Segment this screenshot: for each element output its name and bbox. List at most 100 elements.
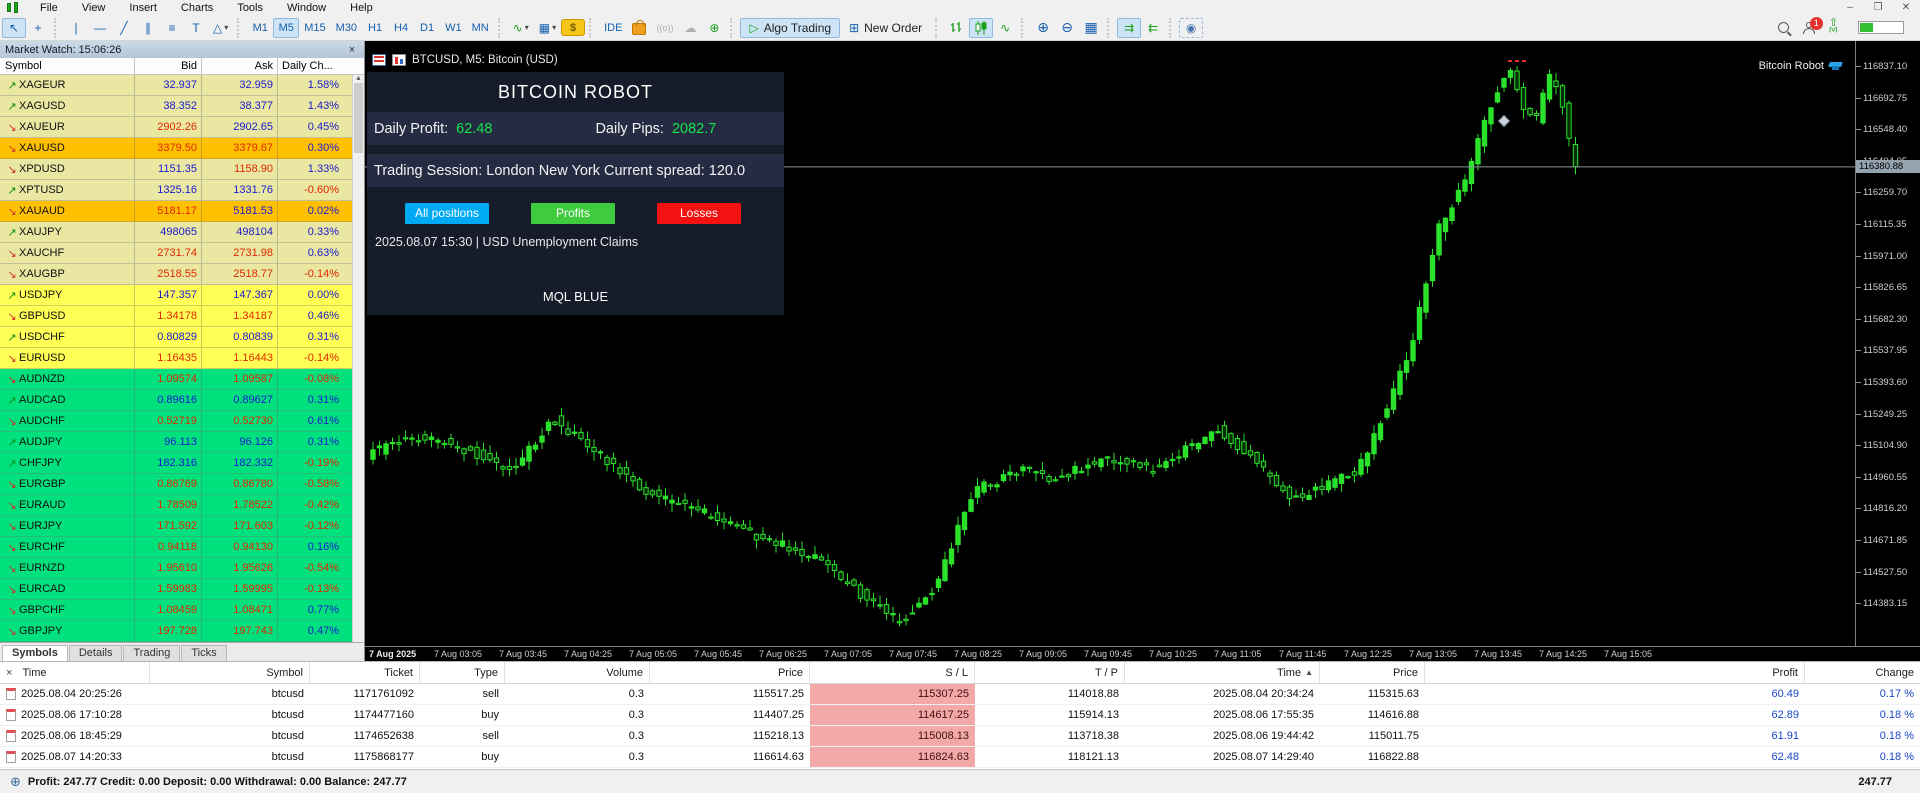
profits-button[interactable]: Profits [531, 202, 615, 224]
history-column-s-l[interactable]: S / L [810, 662, 975, 683]
chart-shift-button[interactable]: ⇇ [1141, 18, 1165, 38]
market-watch-row-xaueur[interactable]: ↘ XAUEUR 2902.26 2902.65 0.45% [0, 117, 364, 138]
close-toolbox-icon[interactable]: × [6, 667, 12, 679]
close-button[interactable]: ✕ [1892, 1, 1920, 15]
menu-insert[interactable]: Insert [117, 2, 169, 14]
market-watch-row-chfjpy[interactable]: ↗ CHFJPY 182.316 182.332 -0.19% [0, 453, 364, 474]
signals-button[interactable]: ((ο)) [651, 18, 678, 38]
scroll-up-icon[interactable]: ▲ [355, 75, 362, 82]
maximize-button[interactable]: ❐ [1864, 1, 1892, 15]
menu-tools[interactable]: Tools [225, 2, 275, 14]
market-watch-row-xauusd[interactable]: ↘ XAUUSD 3379.50 3379.67 0.30% [0, 138, 364, 159]
market-watch-row-usdjpy[interactable]: ↗ USDJPY 147.357 147.367 0.00% [0, 285, 364, 306]
history-column-price[interactable]: Price [650, 662, 810, 683]
templates-button[interactable]: ▦ ▾ [534, 18, 561, 38]
cursor-tool-button[interactable]: ↖ [2, 17, 26, 38]
tile-windows-button[interactable]: ▦ [1079, 18, 1103, 38]
menu-view[interactable]: View [70, 2, 118, 14]
history-column-price[interactable]: Price [1320, 662, 1425, 683]
market-watch-row-xagusd[interactable]: ↗ XAGUSD 38.352 38.377 1.43% [0, 96, 364, 117]
depth-of-market-icon[interactable] [372, 54, 386, 66]
market-watch-row-xaugbp[interactable]: ↘ XAUGBP 2518.55 2518.77 -0.14% [0, 264, 364, 285]
market-watch-row-gbpchf[interactable]: ↘ GBPCHF 1.08459 1.08471 0.77% [0, 600, 364, 621]
price-axis[interactable]: 116837.10116692.75116548.40116404.051162… [1855, 41, 1920, 646]
candlestick-chart-type-button[interactable] [969, 17, 994, 38]
vps-cloud-button[interactable]: ☁ [678, 18, 702, 38]
timeframe-w1[interactable]: W1 [440, 18, 467, 38]
equidistant-lines-button[interactable]: ≡ [160, 18, 184, 38]
market-watch-row-audcad[interactable]: ↗ AUDCAD 0.89616 0.89627 0.31% [0, 390, 364, 411]
timeframe-d1[interactable]: D1 [414, 18, 440, 38]
zoom-in-button[interactable]: ⊕ [1031, 18, 1055, 38]
tab-ticks[interactable]: Ticks [181, 645, 227, 661]
menu-help[interactable]: Help [338, 2, 385, 14]
market-watch-row-xpdusd[interactable]: ↘ XPDUSD 1151.35 1158.90 1.33% [0, 159, 364, 180]
search-icon[interactable] [1777, 22, 1789, 33]
market-watch-row-gbpusd[interactable]: ↘ GBPUSD 1.34178 1.34187 0.46% [0, 306, 364, 327]
market-watch-row-eurcad[interactable]: ↘ EURCAD 1.59983 1.59995 -0.13% [0, 579, 364, 600]
ide-button[interactable]: IDE [599, 18, 627, 38]
history-column-symbol[interactable]: Symbol [150, 662, 310, 683]
market-watch-row-xageur[interactable]: ↗ XAGEUR 32.937 32.959 1.58% [0, 75, 364, 96]
timeframe-m30[interactable]: M30 [331, 18, 362, 38]
market-button[interactable] [627, 18, 651, 38]
history-column-volume[interactable]: Volume [505, 662, 650, 683]
market-watch-row-eurgbp[interactable]: ↘ EURGBP 0.86769 0.86780 -0.58% [0, 474, 364, 495]
text-tool-button[interactable]: T [184, 18, 208, 38]
new-order-button[interactable]: ⊞ New Order [840, 18, 931, 38]
time-axis[interactable]: 7 Aug 2025 7 Aug 03:05 7 Aug 03:45 7 Aug 04… [365, 646, 1920, 661]
account-icon[interactable]: 1 [1802, 16, 1823, 34]
timeframe-m15[interactable]: M15 [299, 18, 330, 38]
scrollbar-thumb[interactable] [354, 83, 363, 153]
auto-scroll-button[interactable]: ⇉ [1117, 17, 1142, 38]
market-watch-row-eurnzd[interactable]: ↘ EURNZD 1.95610 1.95626 -0.54% [0, 558, 364, 579]
crosshair-tool-button[interactable]: + [26, 18, 50, 38]
market-watch-row-gbpjpy[interactable]: ↘ GBPJPY 197.728 197.743 0.47% [0, 621, 364, 642]
history-column-ticket[interactable]: Ticket [310, 662, 420, 683]
history-column-close-time[interactable]: Time ▲ [1125, 662, 1320, 683]
market-watch-row-eurusd[interactable]: ↘ EURUSD 1.16435 1.16443 -0.14% [0, 348, 364, 369]
tab-trading[interactable]: Trading [123, 645, 181, 661]
market-watch-row-usdchf[interactable]: ↗ USDCHF 0.80829 0.80839 0.31% [0, 327, 364, 348]
history-column-time[interactable]: × Time [0, 662, 150, 683]
menu-window[interactable]: Window [275, 2, 338, 14]
column-header-symbol[interactable]: Symbol [0, 58, 135, 74]
market-watch-row-eurchf[interactable]: ↘ EURCHF 0.94118 0.94130 0.16% [0, 537, 364, 558]
market-watch-row-xptusd[interactable]: ↗ XPTUSD 1325.16 1331.76 -0.60% [0, 180, 364, 201]
scrollbar[interactable]: ▲ [352, 75, 364, 642]
column-header-ask[interactable]: Ask [202, 58, 278, 74]
losses-button[interactable]: Losses [657, 202, 741, 224]
bar-chart-type-button[interactable] [945, 18, 969, 38]
history-column-t-p[interactable]: T / P [975, 662, 1125, 683]
channel-tool-button[interactable]: ∥ [136, 18, 160, 38]
market-watch-row-euraud[interactable]: ↘ EURAUD 1.78509 1.78522 -0.42% [0, 495, 364, 516]
tab-symbols[interactable]: Symbols [2, 645, 68, 661]
symbols-dialog-button[interactable]: $ [561, 19, 586, 36]
chart-area[interactable]: BTCUSD, M5: Bitcoin (USD) Bitcoin Robot … [365, 41, 1920, 661]
tab-details[interactable]: Details [68, 645, 123, 661]
screenshot-button[interactable]: ◉ [1179, 17, 1204, 38]
history-row-1174652638[interactable]: 2025.08.06 18:45:29 btcusd 1174652638 sell 0… [0, 726, 1920, 747]
history-row-1171761092[interactable]: 2025.08.04 20:25:26 btcusd 1171761092 sell 0… [0, 684, 1920, 705]
market-watch-row-audjpy[interactable]: ↗ AUDJPY 96.113 96.126 0.31% [0, 432, 364, 453]
column-header-daily-change[interactable]: Daily Ch... [278, 58, 353, 74]
close-icon[interactable]: × [345, 44, 359, 56]
market-watch-row-xauaud[interactable]: ↘ XAUAUD 5181.17 5181.53 0.02% [0, 201, 364, 222]
history-row-1174477160[interactable]: 2025.08.06 17:10:28 btcusd 1174477160 buy 0.… [0, 705, 1920, 726]
timeframe-m1[interactable]: M1 [247, 18, 273, 38]
menu-charts[interactable]: Charts [169, 2, 225, 14]
market-watch-row-audnzd[interactable]: ↘ AUDNZD 1.09574 1.09587 -0.08% [0, 369, 364, 390]
market-watch-row-xauchf[interactable]: ↘ XAUCHF 2731.74 2731.98 0.63% [0, 243, 364, 264]
trendline-tool-button[interactable]: ╱ [112, 18, 136, 38]
history-row-1175868177[interactable]: 2025.08.07 14:20:33 btcusd 1175868177 buy 0.… [0, 747, 1920, 768]
column-header-bid[interactable]: Bid [135, 58, 202, 74]
vertical-line-tool-button[interactable]: ∣ [64, 18, 88, 38]
zoom-out-button[interactable]: ⊖ [1055, 18, 1079, 38]
timeframe-h1[interactable]: H1 [362, 18, 388, 38]
minimize-button[interactable]: – [1836, 1, 1864, 15]
timeframe-mn[interactable]: MN [467, 18, 494, 38]
history-column-change[interactable]: Change [1805, 662, 1920, 683]
algo-trading-button[interactable]: ▷ Algo Trading [740, 17, 841, 38]
menu-file[interactable]: File [28, 2, 70, 14]
shapes-tool-button[interactable]: △ ▾ [208, 18, 233, 38]
